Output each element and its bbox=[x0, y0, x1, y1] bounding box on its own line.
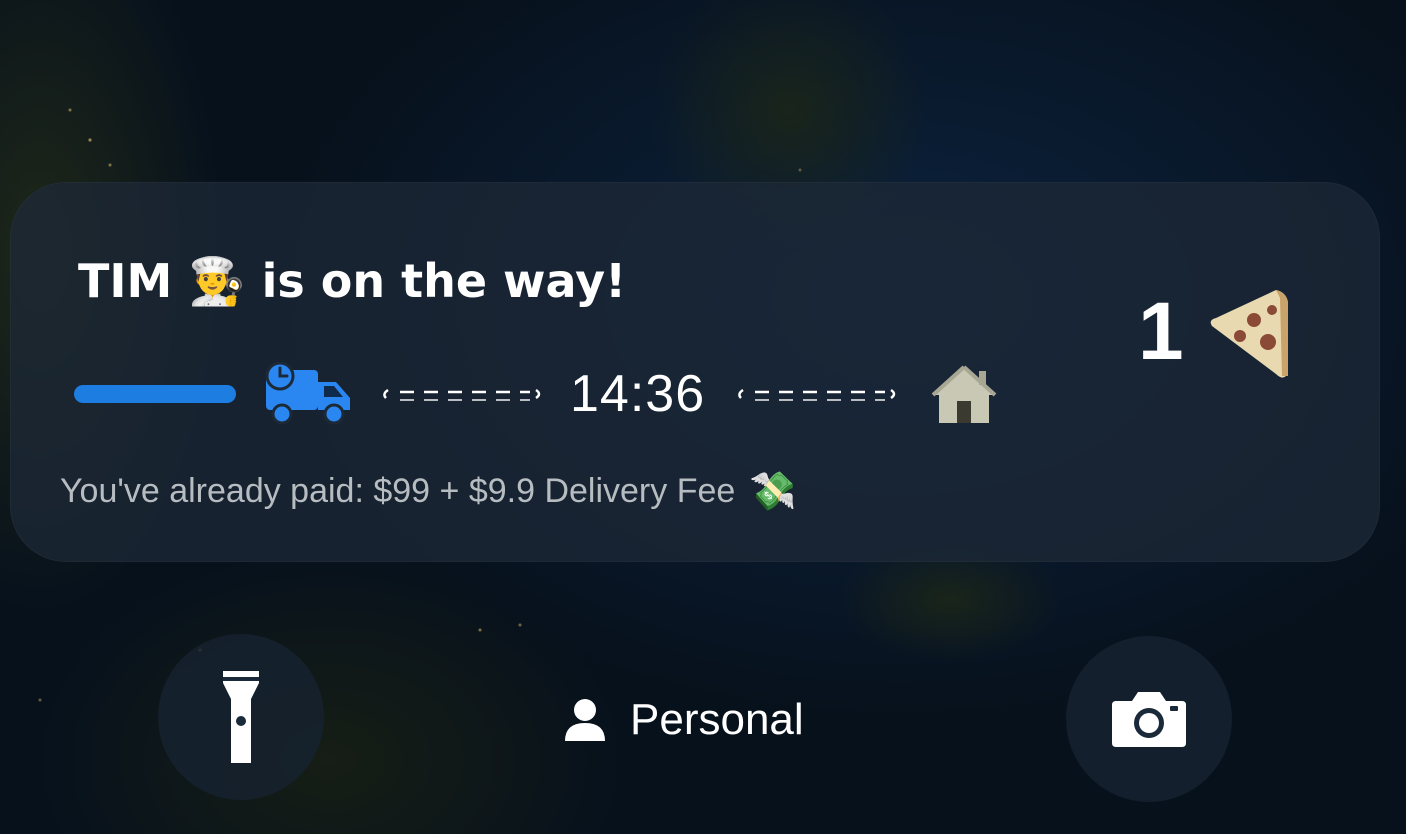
camera-button[interactable] bbox=[1066, 636, 1232, 802]
driver-name: TIM bbox=[78, 254, 173, 308]
camera-icon bbox=[1112, 692, 1186, 747]
flashlight-button[interactable] bbox=[158, 634, 324, 800]
eta-time: 14:36 bbox=[570, 365, 706, 423]
lock-screen: TIM 👨‍🍳 is on the way! 14:36 bbox=[0, 0, 1406, 834]
delivery-status-text: is on the way! bbox=[261, 254, 627, 308]
payment-text: You've already paid: $99 + $9.9 Delivery… bbox=[60, 472, 736, 510]
pizza-slice-icon bbox=[1210, 290, 1288, 378]
chef-icon: 👨‍🍳 bbox=[188, 254, 246, 308]
house-icon bbox=[931, 365, 997, 423]
flashlight-icon bbox=[223, 671, 259, 763]
person-icon bbox=[565, 699, 605, 741]
delivery-title: TIM 👨‍🍳 is on the way! bbox=[78, 254, 626, 308]
focus-mode-indicator[interactable]: Personal bbox=[562, 690, 804, 750]
payment-summary: You've already paid: $99 + $9.9 Delivery… bbox=[60, 472, 797, 511]
focus-mode-label: Personal bbox=[630, 695, 804, 744]
route-dashes-right bbox=[738, 388, 896, 401]
money-with-wings-icon: 💸 bbox=[749, 470, 797, 513]
delivery-progress: 14:36 bbox=[74, 360, 999, 428]
order-count: 1 bbox=[1138, 284, 1292, 380]
delivery-live-activity[interactable]: TIM 👨‍🍳 is on the way! 14:36 bbox=[10, 182, 1380, 562]
item-count: 1 bbox=[1138, 286, 1184, 377]
route-dashes-left bbox=[383, 388, 541, 401]
delivery-truck-icon bbox=[265, 362, 350, 425]
progress-bar-fill bbox=[74, 385, 236, 403]
